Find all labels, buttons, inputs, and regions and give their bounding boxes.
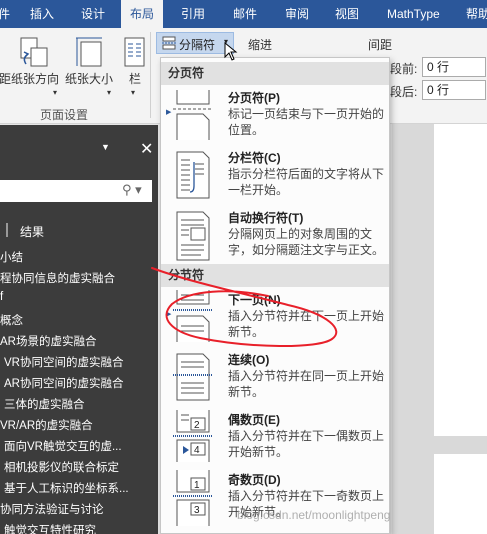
- even-page-description: 插入分节符并在下一偶数页上开始新节。: [228, 429, 385, 459]
- orientation-label[interactable]: 纸张方向: [11, 70, 59, 87]
- continuous-icon: [173, 353, 213, 401]
- menu-item-continuous[interactable]: 连续(O) 插入分节符并在同一页上开始新节。: [161, 348, 389, 406]
- odd-page-number: 1: [194, 480, 200, 491]
- section-header-page-breaks: 分页符: [161, 62, 389, 85]
- even-page-number: 4: [194, 445, 200, 456]
- next-page-title: 下一页(N): [228, 293, 281, 307]
- continuous-description: 插入分节符并在同一页上开始新节。: [228, 369, 385, 399]
- nav-tab-divider: [6, 223, 8, 237]
- tab-insert[interactable]: 插入: [30, 0, 54, 28]
- nav-heading-item[interactable]: VR/AR的虚实融合: [0, 417, 93, 433]
- tab-review[interactable]: 审阅: [285, 0, 309, 28]
- orientation-dropdown-icon[interactable]: ▾: [53, 88, 57, 97]
- spacing-label: 间距: [368, 38, 393, 52]
- next-page-description: 插入分节符并在下一页上开始新节。: [228, 309, 385, 339]
- column-break-title: 分栏符(C): [228, 151, 281, 165]
- next-page-icon: [173, 290, 213, 342]
- tab-results[interactable]: 结果: [20, 223, 44, 240]
- nav-heading-item[interactable]: 触觉交互特性研究: [4, 522, 96, 534]
- document-area: [392, 124, 487, 534]
- nav-heading-item[interactable]: 协同方法验证与讨论: [0, 501, 104, 517]
- nav-heading-item[interactable]: 相机投影仪的联合标定: [4, 459, 119, 475]
- even-page-icon: 2 4: [173, 410, 213, 462]
- menu-item-text-wrapping[interactable]: 自动换行符(T) 分隔网页上的对象周围的文字，如分隔题注文字与正文。: [161, 206, 389, 266]
- mouse-cursor-icon: [224, 42, 238, 61]
- text-wrapping-icon: [176, 211, 210, 261]
- column-break-description: 指示分栏符后面的文字将从下一栏开始。: [228, 167, 385, 197]
- breaks-icon: [162, 36, 176, 50]
- nav-tabs: 结果: [0, 221, 158, 241]
- section-header-section-breaks: 分节符: [161, 264, 389, 287]
- column-break-icon: [176, 151, 210, 199]
- nav-heading-item[interactable]: f: [0, 291, 3, 303]
- tab-references[interactable]: 引用: [181, 0, 205, 28]
- breaks-menu: 分页符 ▶ 分页符(P) 标记一页结束与下一页开始的位置。 分栏符(C) 指示分…: [160, 57, 390, 534]
- columns-icon[interactable]: [124, 36, 146, 68]
- text-wrapping-description: 分隔网页上的对象周围的文字，如分隔题注文字与正文。: [228, 227, 385, 257]
- odd-page-number: 3: [194, 505, 200, 516]
- columns-dropdown-icon[interactable]: ▾: [131, 88, 135, 97]
- nav-heading-item[interactable]: VR协同空间的虚实融合: [4, 354, 123, 370]
- watermark: blog.csdn.net/moonlightpeng: [237, 508, 391, 522]
- breaks-button[interactable]: 分隔符 ▾: [156, 32, 234, 54]
- pane-options-dropdown-icon[interactable]: ▼: [101, 142, 110, 152]
- paper-size-dropdown-icon[interactable]: ▾: [107, 88, 111, 97]
- spacing-before-label: 段前:: [390, 62, 418, 76]
- odd-page-title: 奇数页(D): [228, 473, 281, 487]
- nav-heading-item[interactable]: AR协同空间的虚实融合: [4, 375, 123, 391]
- tab-layout[interactable]: 布局: [121, 0, 163, 28]
- tab-view[interactable]: 视图: [335, 0, 359, 28]
- nav-heading-item[interactable]: 概念: [0, 312, 23, 328]
- menu-item-even-page[interactable]: 2 4 偶数页(E) 插入分节符并在下一偶数页上开始新节。: [161, 408, 389, 466]
- spacing-before-input[interactable]: 0 行: [422, 57, 486, 77]
- columns-label[interactable]: 栏: [129, 70, 141, 87]
- nav-heading-item[interactable]: 程协同信息的虚实融合: [0, 270, 115, 286]
- odd-page-icon: 1 3: [173, 470, 213, 526]
- menu-item-next-page[interactable]: ▶ 下一页(N) 插入分节符并在下一页上开始新节。: [161, 288, 389, 346]
- menu-item-column-break[interactable]: 分栏符(C) 指示分栏符后面的文字将从下一栏开始。: [161, 146, 389, 204]
- tab-mathtype[interactable]: MathType: [387, 0, 440, 28]
- document-page[interactable]: [434, 454, 487, 534]
- orientation-icon[interactable]: [18, 36, 50, 68]
- paper-size-icon[interactable]: [74, 36, 104, 68]
- spacing-after-input[interactable]: 0 行: [422, 80, 486, 100]
- paper-size-label[interactable]: 纸张大小: [65, 70, 113, 87]
- continuous-title: 连续(O): [228, 353, 270, 367]
- ribbon-tab-bar: 件 插入 设计 布局 引用 邮件 审阅 视图 MathType 帮助: [0, 0, 487, 28]
- page-setup-group-label: 页面设置: [40, 108, 89, 122]
- close-icon[interactable]: ✕: [140, 139, 153, 159]
- nav-heading-item[interactable]: 三体的虚实融合: [4, 396, 85, 412]
- page-break-icon: [173, 90, 213, 140]
- tab-help[interactable]: 帮助: [466, 0, 487, 28]
- text-wrapping-title: 自动换行符(T): [228, 211, 304, 225]
- spacing-after-label: 段后:: [390, 85, 418, 99]
- indent-label: 缩进: [248, 38, 273, 52]
- ribbon-separator: [150, 32, 151, 118]
- tab-file[interactable]: 件: [0, 0, 10, 28]
- document-page[interactable]: [434, 124, 487, 436]
- tab-mailings[interactable]: 邮件: [233, 0, 257, 28]
- nav-heading-item[interactable]: 面向VR触觉交互的虚...: [4, 438, 122, 454]
- margins-label[interactable]: 距: [0, 70, 11, 87]
- breaks-label: 分隔符: [179, 38, 216, 52]
- nav-heading-item[interactable]: AR场景的虚实融合: [0, 333, 96, 349]
- menu-item-page-break[interactable]: ▶ 分页符(P) 标记一页结束与下一页开始的位置。: [161, 86, 389, 144]
- navigation-pane: ▼ ✕ ⚲ ▾ 结果 小结 程协同信息的虚实融合 f 概念 AR场景的虚实融合 …: [0, 125, 158, 534]
- search-icon[interactable]: ⚲ ▾: [122, 182, 142, 198]
- page-break-title: 分页符(P): [228, 91, 280, 105]
- nav-heading-item[interactable]: 小结: [0, 249, 23, 265]
- even-page-number: 2: [194, 420, 200, 431]
- even-page-title: 偶数页(E): [228, 413, 280, 427]
- nav-heading-item[interactable]: 基于人工标识的坐标系...: [4, 480, 129, 496]
- tab-design[interactable]: 设计: [81, 0, 105, 28]
- page-break-description: 标记一页结束与下一页开始的位置。: [228, 107, 385, 137]
- search-input[interactable]: ⚲ ▾: [0, 180, 152, 202]
